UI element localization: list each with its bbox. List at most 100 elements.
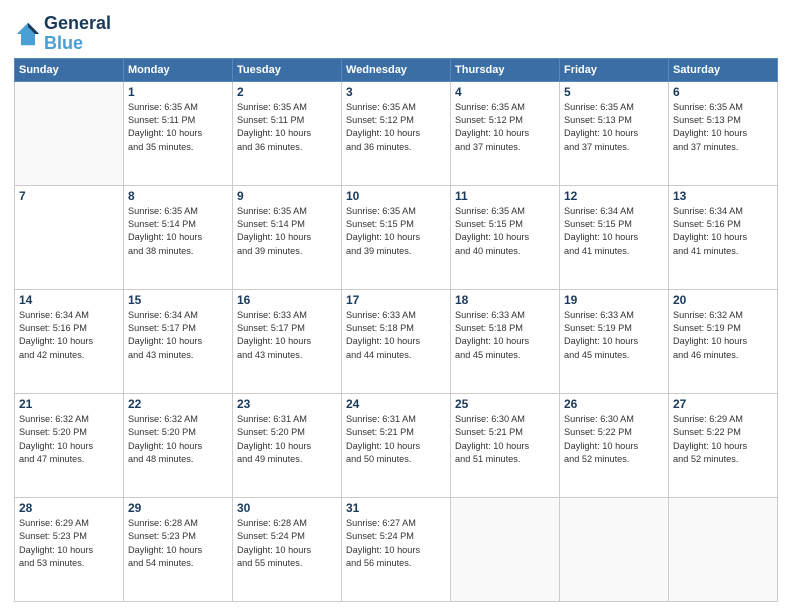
calendar-header-tuesday: Tuesday: [233, 58, 342, 81]
calendar-cell: 16 Sunrise: 6:33 AM Sunset: 5:17 PM Dayli…: [233, 289, 342, 393]
calendar-cell: 7: [15, 185, 124, 289]
day-number: 11: [455, 189, 555, 203]
day-info: Sunrise: 6:32 AM Sunset: 5:20 PM Dayligh…: [19, 413, 119, 466]
day-info: Sunrise: 6:35 AM Sunset: 5:15 PM Dayligh…: [455, 205, 555, 258]
calendar-cell: 19Sunrise: 6:33 AM Sunset: 5:19 PM Dayli…: [560, 289, 669, 393]
calendar-cell: 28Sunrise: 6:29 AM Sunset: 5:23 PM Dayli…: [15, 497, 124, 601]
calendar-cell: 18 Sunrise: 6:33 AM Sunset: 5:18 PM Dayli…: [451, 289, 560, 393]
calendar-cell: 11 Sunrise: 6:35 AM Sunset: 5:15 PM Dayli…: [451, 185, 560, 289]
day-number: 10: [346, 189, 446, 203]
header: General Blue: [14, 10, 778, 54]
day-info: Sunrise: 6:33 AM Sunset: 5:17 PM Dayligh…: [237, 309, 337, 362]
calendar-cell: 23 Sunrise: 6:31 AM Sunset: 5:20 PM Dayli…: [233, 393, 342, 497]
day-number: 14: [19, 293, 119, 307]
calendar-header-row: SundayMondayTuesdayWednesdayThursdayFrid…: [15, 58, 778, 81]
day-info: Sunrise: 6:30 AM Sunset: 5:21 PM Dayligh…: [455, 413, 555, 466]
day-number: 21: [19, 397, 119, 411]
day-info: Sunrise: 6:32 AM Sunset: 5:20 PM Dayligh…: [128, 413, 228, 466]
day-number: 17: [346, 293, 446, 307]
day-info: Sunrise: 6:33 AM Sunset: 5:19 PM Dayligh…: [564, 309, 664, 362]
calendar-cell: [669, 497, 778, 601]
calendar-cell: 26 Sunrise: 6:30 AM Sunset: 5:22 PM Dayli…: [560, 393, 669, 497]
day-info: Sunrise: 6:34 AM Sunset: 5:17 PM Dayligh…: [128, 309, 228, 362]
logo-icon: [14, 20, 42, 48]
calendar-week-2: 78 Sunrise: 6:35 AM Sunset: 5:14 PM Dayli…: [15, 185, 778, 289]
calendar-cell: [15, 81, 124, 185]
calendar-cell: 12 Sunrise: 6:34 AM Sunset: 5:15 PM Dayli…: [560, 185, 669, 289]
calendar-cell: 10 Sunrise: 6:35 AM Sunset: 5:15 PM Dayli…: [342, 185, 451, 289]
day-number: 23: [237, 397, 337, 411]
calendar-cell: 30 Sunrise: 6:28 AM Sunset: 5:24 PM Dayli…: [233, 497, 342, 601]
day-number: 5: [564, 85, 664, 99]
calendar-week-4: 21 Sunrise: 6:32 AM Sunset: 5:20 PM Dayli…: [15, 393, 778, 497]
day-number: 12: [564, 189, 664, 203]
day-info: Sunrise: 6:34 AM Sunset: 5:15 PM Dayligh…: [564, 205, 664, 258]
day-info: Sunrise: 6:31 AM Sunset: 5:20 PM Dayligh…: [237, 413, 337, 466]
calendar-cell: 22 Sunrise: 6:32 AM Sunset: 5:20 PM Dayli…: [124, 393, 233, 497]
calendar-table: SundayMondayTuesdayWednesdayThursdayFrid…: [14, 58, 778, 602]
day-number: 24: [346, 397, 446, 411]
page: General Blue SundayMondayTuesdayWednesda…: [0, 0, 792, 612]
day-number: 4: [455, 85, 555, 99]
calendar-header-monday: Monday: [124, 58, 233, 81]
day-info: Sunrise: 6:33 AM Sunset: 5:18 PM Dayligh…: [455, 309, 555, 362]
day-number: 20: [673, 293, 773, 307]
day-number: 6: [673, 85, 773, 99]
calendar-cell: 4 Sunrise: 6:35 AM Sunset: 5:12 PM Daylig…: [451, 81, 560, 185]
calendar-cell: [560, 497, 669, 601]
calendar-cell: 14 Sunrise: 6:34 AM Sunset: 5:16 PM Dayli…: [15, 289, 124, 393]
day-info: Sunrise: 6:27 AM Sunset: 5:24 PM Dayligh…: [346, 517, 446, 570]
day-info: Sunrise: 6:34 AM Sunset: 5:16 PM Dayligh…: [19, 309, 119, 362]
day-number: 16: [237, 293, 337, 307]
calendar-week-1: 1Sunrise: 6:35 AM Sunset: 5:11 PM Daylig…: [15, 81, 778, 185]
day-number: 7: [19, 189, 119, 203]
day-info: Sunrise: 6:35 AM Sunset: 5:15 PM Dayligh…: [346, 205, 446, 258]
day-number: 29: [128, 501, 228, 515]
day-number: 26: [564, 397, 664, 411]
day-info: Sunrise: 6:29 AM Sunset: 5:22 PM Dayligh…: [673, 413, 773, 466]
calendar-cell: 9Sunrise: 6:35 AM Sunset: 5:14 PM Daylig…: [233, 185, 342, 289]
calendar-cell: 5 Sunrise: 6:35 AM Sunset: 5:13 PM Daylig…: [560, 81, 669, 185]
calendar-cell: 6 Sunrise: 6:35 AM Sunset: 5:13 PM Daylig…: [669, 81, 778, 185]
day-number: 15: [128, 293, 228, 307]
day-number: 30: [237, 501, 337, 515]
calendar-cell: [451, 497, 560, 601]
day-info: Sunrise: 6:30 AM Sunset: 5:22 PM Dayligh…: [564, 413, 664, 466]
calendar-cell: 8 Sunrise: 6:35 AM Sunset: 5:14 PM Daylig…: [124, 185, 233, 289]
day-info: Sunrise: 6:35 AM Sunset: 5:13 PM Dayligh…: [673, 101, 773, 154]
calendar-cell: 21 Sunrise: 6:32 AM Sunset: 5:20 PM Dayli…: [15, 393, 124, 497]
calendar-cell: 13 Sunrise: 6:34 AM Sunset: 5:16 PM Dayli…: [669, 185, 778, 289]
calendar-week-5: 28Sunrise: 6:29 AM Sunset: 5:23 PM Dayli…: [15, 497, 778, 601]
calendar-cell: 31 Sunrise: 6:27 AM Sunset: 5:24 PM Dayli…: [342, 497, 451, 601]
day-info: Sunrise: 6:28 AM Sunset: 5:23 PM Dayligh…: [128, 517, 228, 570]
day-info: Sunrise: 6:35 AM Sunset: 5:14 PM Dayligh…: [237, 205, 337, 258]
calendar-header-sunday: Sunday: [15, 58, 124, 81]
logo-line2: Blue: [44, 34, 111, 54]
day-number: 13: [673, 189, 773, 203]
day-number: 8: [128, 189, 228, 203]
day-number: 2: [237, 85, 337, 99]
calendar-header-thursday: Thursday: [451, 58, 560, 81]
day-info: Sunrise: 6:35 AM Sunset: 5:12 PM Dayligh…: [346, 101, 446, 154]
day-info: Sunrise: 6:33 AM Sunset: 5:18 PM Dayligh…: [346, 309, 446, 362]
calendar-header-wednesday: Wednesday: [342, 58, 451, 81]
calendar-cell: 3Sunrise: 6:35 AM Sunset: 5:12 PM Daylig…: [342, 81, 451, 185]
logo: General Blue: [14, 14, 111, 54]
calendar-cell: 29 Sunrise: 6:28 AM Sunset: 5:23 PM Dayli…: [124, 497, 233, 601]
calendar-header-friday: Friday: [560, 58, 669, 81]
day-number: 25: [455, 397, 555, 411]
day-number: 31: [346, 501, 446, 515]
calendar-week-3: 14 Sunrise: 6:34 AM Sunset: 5:16 PM Dayli…: [15, 289, 778, 393]
calendar-cell: 24Sunrise: 6:31 AM Sunset: 5:21 PM Dayli…: [342, 393, 451, 497]
calendar-cell: 25 Sunrise: 6:30 AM Sunset: 5:21 PM Dayli…: [451, 393, 560, 497]
day-info: Sunrise: 6:35 AM Sunset: 5:14 PM Dayligh…: [128, 205, 228, 258]
day-number: 18: [455, 293, 555, 307]
day-number: 22: [128, 397, 228, 411]
day-info: Sunrise: 6:35 AM Sunset: 5:13 PM Dayligh…: [564, 101, 664, 154]
calendar-cell: 2Sunrise: 6:35 AM Sunset: 5:11 PM Daylig…: [233, 81, 342, 185]
day-info: Sunrise: 6:35 AM Sunset: 5:12 PM Dayligh…: [455, 101, 555, 154]
day-info: Sunrise: 6:28 AM Sunset: 5:24 PM Dayligh…: [237, 517, 337, 570]
day-info: Sunrise: 6:34 AM Sunset: 5:16 PM Dayligh…: [673, 205, 773, 258]
day-number: 28: [19, 501, 119, 515]
calendar-header-saturday: Saturday: [669, 58, 778, 81]
